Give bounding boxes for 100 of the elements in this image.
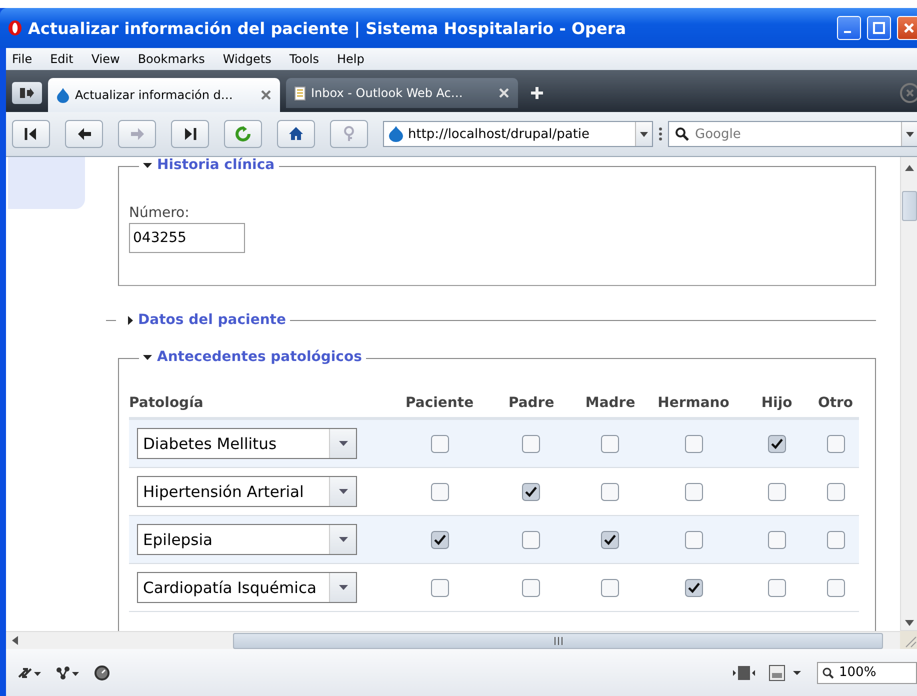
panel-arrow-icon <box>19 87 35 99</box>
checkbox[interactable] <box>684 482 703 500</box>
section-toggle[interactable]: Antecedentes patológicos <box>139 349 366 365</box>
resize-grip[interactable] <box>900 631 917 649</box>
dropdown-arrow-icon[interactable] <box>640 132 648 136</box>
dropdown-arrow-icon <box>338 537 348 542</box>
checkbox[interactable] <box>601 530 620 548</box>
checkbox[interactable] <box>430 434 449 452</box>
menu-item[interactable]: View <box>85 52 132 66</box>
checkbox[interactable] <box>430 482 449 500</box>
menu-item[interactable]: File <box>6 52 44 66</box>
checkbox[interactable] <box>522 482 540 500</box>
opera-logo-icon <box>8 20 22 36</box>
checkbox[interactable] <box>522 434 540 452</box>
image-icon[interactable] <box>769 664 803 680</box>
scroll-down-icon[interactable] <box>904 620 914 626</box>
pathology-select[interactable]: Epilepsia <box>137 524 357 555</box>
checkbox[interactable] <box>522 578 540 596</box>
grip-icon <box>659 127 662 141</box>
checkbox[interactable] <box>684 578 703 596</box>
checkbox[interactable] <box>768 578 786 596</box>
checkbox[interactable] <box>522 530 540 548</box>
tab-label: Inbox - Outlook Web Ac… <box>311 86 464 100</box>
first-icon <box>23 126 39 142</box>
back-icon <box>76 126 92 142</box>
panel-toggle-button[interactable] <box>12 82 42 104</box>
window-title: Actualizar información del paciente | Sistema Hospitalario - Opera <box>28 18 628 38</box>
scroll-thumb[interactable] <box>233 632 883 648</box>
browser-tab[interactable]: Inbox - Outlook Web Ac… <box>286 78 518 108</box>
home-button[interactable] <box>277 120 315 148</box>
search-field[interactable]: Google <box>695 126 895 142</box>
checkbox[interactable] <box>601 482 620 500</box>
forward-icon <box>129 126 145 142</box>
pathology-select[interactable]: Hipertensión Arterial <box>137 476 357 507</box>
maximize-button[interactable] <box>867 16 891 40</box>
first-page-button[interactable] <box>12 120 50 148</box>
search-bar[interactable]: Google <box>668 121 917 147</box>
dropdown-arrow-icon <box>338 441 348 446</box>
scroll-thumb[interactable] <box>902 191 916 221</box>
checkbox[interactable] <box>601 434 620 452</box>
reload-button[interactable] <box>224 120 262 148</box>
menu-item[interactable]: Edit <box>44 52 86 66</box>
pathology-select[interactable]: Diabetes Mellitus <box>137 428 357 459</box>
close-icon <box>903 22 915 34</box>
checkbox[interactable] <box>430 578 449 596</box>
checkbox[interactable] <box>430 530 449 548</box>
last-page-button[interactable] <box>171 120 209 148</box>
column-header: Otro <box>818 395 854 411</box>
menu-item[interactable]: Bookmarks <box>132 52 217 66</box>
checkbox[interactable] <box>768 530 786 548</box>
checkbox[interactable] <box>768 482 786 500</box>
pathology-select[interactable]: Cardiopatía Isquémica <box>137 572 357 603</box>
closed-tabs-icon[interactable] <box>899 82 917 104</box>
close-button[interactable] <box>897 16 917 40</box>
expanded-triangle-icon <box>143 162 152 168</box>
column-header: Hijo <box>761 395 792 411</box>
checkbox[interactable] <box>826 530 844 548</box>
column-header: Hermano <box>658 395 730 411</box>
drop-icon <box>56 87 70 103</box>
tab-label: Actualizar información d… <box>75 88 234 102</box>
checkbox[interactable] <box>826 434 844 452</box>
back-button[interactable] <box>65 120 103 148</box>
new-tab-icon[interactable] <box>530 86 544 100</box>
number-field[interactable]: 043255 <box>129 223 245 253</box>
zoom-field[interactable]: 100% <box>817 662 917 684</box>
reload-icon <box>235 126 251 142</box>
vertical-scrollbar[interactable] <box>900 157 917 631</box>
scroll-up-icon[interactable] <box>904 165 914 171</box>
search-icon <box>675 127 689 141</box>
minimize-icon <box>844 31 851 33</box>
checkbox[interactable] <box>826 482 844 500</box>
home-icon <box>288 126 304 142</box>
collapsed-triangle-icon <box>128 316 133 324</box>
checkbox[interactable] <box>684 434 703 452</box>
menu-item[interactable]: Widgets <box>216 52 284 66</box>
close-tab-icon[interactable] <box>260 89 272 101</box>
checkbox[interactable] <box>601 578 620 596</box>
address-field[interactable]: http://localhost/drupal/patie <box>383 121 653 147</box>
dropdown-arrow-icon <box>338 585 348 590</box>
menu-item[interactable]: Tools <box>283 52 331 66</box>
column-header: Madre <box>585 395 636 411</box>
gauge-icon[interactable] <box>94 664 110 680</box>
browser-tab[interactable]: Actualizar información d… <box>48 78 280 112</box>
key-icon <box>341 126 357 142</box>
forward-button[interactable] <box>118 120 156 148</box>
checkbox[interactable] <box>768 434 786 452</box>
network-icon[interactable] <box>56 666 80 680</box>
checkbox[interactable] <box>684 530 703 548</box>
scroll-left-icon[interactable] <box>12 636 18 645</box>
search-icon <box>822 666 834 678</box>
column-header: Padre <box>508 395 554 411</box>
menu-item[interactable]: Help <box>330 52 376 66</box>
checkbox[interactable] <box>826 578 844 596</box>
minimize-button[interactable] <box>837 16 861 40</box>
dropdown-arrow-icon[interactable] <box>906 132 914 136</box>
maximize-icon <box>873 22 885 34</box>
document-icon <box>294 86 306 100</box>
arrows-icon[interactable] <box>18 666 42 680</box>
page-icon[interactable] <box>733 664 755 680</box>
horizontal-scrollbar[interactable] <box>6 631 900 649</box>
